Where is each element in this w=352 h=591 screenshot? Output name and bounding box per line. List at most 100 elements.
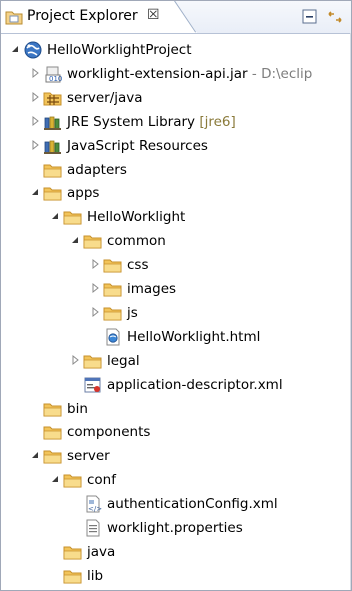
- tree-item[interactable]: worklight.properties: [1, 517, 351, 539]
- collapsed-toggle-icon[interactable]: [29, 67, 41, 79]
- collapse-all-icon[interactable]: [301, 8, 319, 26]
- expanded-toggle-icon[interactable]: [9, 43, 21, 55]
- jar-icon: 010: [43, 65, 63, 83]
- tree-item-label: HelloWorklight: [87, 208, 185, 226]
- tree-item-label: server/java: [67, 89, 143, 107]
- view-tab-bar: Project Explorer ☒: [1, 1, 351, 34]
- tree-item-label: lib: [87, 567, 103, 585]
- collapsed-toggle-icon[interactable]: [89, 282, 101, 294]
- tree-item[interactable]: HelloWorklightProject: [1, 39, 351, 61]
- html-file-icon: [103, 328, 123, 346]
- folder-icon: [83, 352, 103, 370]
- library-icon: [43, 137, 63, 155]
- project-tree: HelloWorklightProject 010 worklight-exte…: [1, 33, 351, 590]
- expanded-toggle-icon[interactable]: [49, 473, 61, 485]
- tree-item-label: JRE System Library [jre6]: [67, 113, 236, 131]
- collapsed-toggle-icon[interactable]: [69, 354, 81, 366]
- tree-item-label: common: [107, 232, 166, 250]
- tree-item[interactable]: images: [1, 278, 351, 300]
- folder-icon: [43, 400, 63, 418]
- folder-icon: [63, 543, 83, 561]
- tree-item-name: conf: [87, 472, 116, 489]
- expanded-toggle-icon[interactable]: [69, 234, 81, 246]
- tree-item-label: legal: [107, 352, 140, 370]
- close-icon[interactable]: ☒: [147, 7, 160, 23]
- project-explorer-tab[interactable]: Project Explorer ☒: [1, 1, 197, 33]
- tree-item[interactable]: adapters: [1, 159, 351, 181]
- tree-item-name: adapters: [67, 161, 127, 178]
- tree-item[interactable]: components: [1, 421, 351, 443]
- tree-item[interactable]: bin: [1, 398, 351, 420]
- tree-item[interactable]: js: [1, 302, 351, 324]
- tree-item[interactable]: legal: [1, 350, 351, 372]
- tree-item-name: components: [67, 424, 151, 441]
- tree-item-name: server/java: [67, 89, 143, 106]
- tree-item-name: HelloWorklightProject: [47, 42, 192, 58]
- tree-item-name: JRE System Library: [67, 113, 196, 130]
- tree-item-name: apps: [67, 185, 100, 202]
- expanded-toggle-icon[interactable]: [29, 186, 41, 198]
- folder-icon: [43, 184, 63, 202]
- folder-icon: [103, 304, 123, 322]
- tree-item-name: HelloWorklight: [87, 209, 186, 226]
- tree-item-label: js: [127, 304, 138, 322]
- tree-item-label: authenticationConfig.xml: [107, 495, 278, 513]
- tree-item-label: adapters: [67, 161, 127, 179]
- tree-item[interactable]: HelloWorklight: [1, 206, 351, 228]
- tree-item-label: worklight.properties: [107, 519, 243, 537]
- tree-item[interactable]: apps: [1, 182, 351, 204]
- tree-item[interactable]: server/java: [1, 87, 351, 109]
- tree-item-decoration: [jre6]: [195, 113, 236, 130]
- tree-item[interactable]: lib: [1, 565, 351, 587]
- view-title: Project Explorer: [27, 8, 138, 24]
- tree-item[interactable]: JavaScript Resources: [1, 135, 351, 157]
- project-explorer-view: Project Explorer ☒ HelloWorklightProject: [0, 0, 352, 591]
- tree-item-name: legal: [107, 352, 140, 369]
- tree-item-name: bin: [67, 400, 88, 417]
- tree-item[interactable]: 010 worklight-extension-api.jar - D:\ecl…: [1, 63, 351, 85]
- svg-text:010: 010: [49, 75, 62, 83]
- tree-item-name: worklight-extension-api.jar: [67, 65, 248, 82]
- tree-item[interactable]: JRE System Library [jre6]: [1, 111, 351, 133]
- tree-item-label: java: [87, 543, 115, 561]
- library-icon: [43, 113, 63, 131]
- tree-item[interactable]: HelloWorklight.html: [1, 326, 351, 348]
- expanded-toggle-icon[interactable]: [29, 449, 41, 461]
- tree-item[interactable]: css: [1, 254, 351, 276]
- collapsed-toggle-icon[interactable]: [29, 91, 41, 103]
- collapsed-toggle-icon[interactable]: [29, 139, 41, 151]
- tree-item-label: HelloWorklightProject: [47, 41, 192, 59]
- tree-item[interactable]: common: [1, 230, 351, 252]
- collapsed-toggle-icon[interactable]: [29, 115, 41, 127]
- tree-item-name: JavaScript Resources: [67, 137, 208, 154]
- tree-item-label: worklight-extension-api.jar - D:\eclip: [67, 65, 312, 83]
- tree-item-label: css: [127, 256, 149, 274]
- folder-icon: [43, 447, 63, 465]
- collapsed-toggle-icon[interactable]: [89, 258, 101, 270]
- tree-item[interactable]: conf: [1, 469, 351, 491]
- folder-icon: [83, 232, 103, 250]
- folder-icon: [103, 256, 123, 274]
- project-explorer-icon: [5, 9, 23, 25]
- folder-icon: [43, 161, 63, 179]
- tree-item-name: worklight.properties: [107, 520, 243, 536]
- xml-descriptor-icon: [83, 376, 103, 394]
- xml-config-icon: </>: [83, 495, 103, 513]
- folder-icon: [63, 471, 83, 489]
- collapsed-toggle-icon[interactable]: [89, 306, 101, 318]
- link-with-editor-icon[interactable]: [326, 8, 344, 26]
- tree-item-label: JavaScript Resources: [67, 137, 208, 155]
- tree-item[interactable]: server: [1, 445, 351, 467]
- tree-item-label: components: [67, 423, 150, 441]
- tree-item[interactable]: application-descriptor.xml: [1, 374, 351, 396]
- project-icon: [23, 41, 43, 59]
- tree-item-name: common: [107, 233, 166, 250]
- tree-item-label: images: [127, 280, 176, 298]
- tree-item-name: server: [67, 448, 110, 465]
- tree-item-label: apps: [67, 184, 99, 202]
- tree-item-label: server: [67, 447, 110, 465]
- tree-item[interactable]: java: [1, 541, 351, 563]
- expanded-toggle-icon[interactable]: [49, 210, 61, 222]
- tree-item[interactable]: </> authenticationConfig.xml: [1, 493, 351, 515]
- tree-item-name: js: [127, 304, 138, 321]
